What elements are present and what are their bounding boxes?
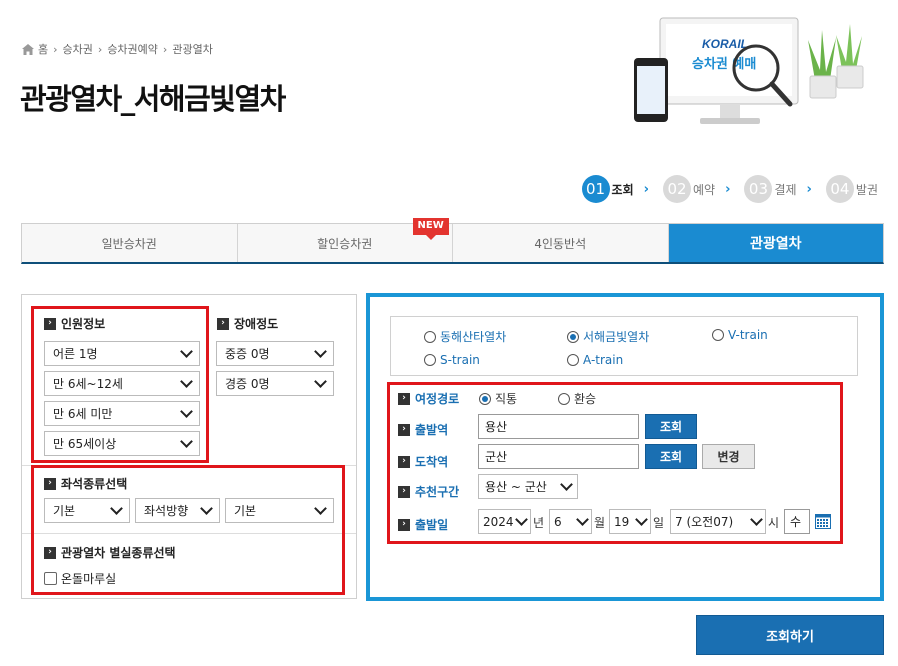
- korail-ticket-illustration: KORAIL 승차권 예매: [634, 17, 864, 124]
- step-number: 04: [825, 175, 854, 203]
- chevron-down-icon: [314, 375, 327, 388]
- step-reserve: 02 예약: [663, 175, 715, 203]
- arrow-bullet-icon: ›: [217, 317, 229, 330]
- breadcrumb-reservation[interactable]: 승차권예약: [107, 41, 158, 57]
- chevron-right-icon: ›: [53, 42, 58, 56]
- section-label: 장애정도: [234, 317, 279, 331]
- breadcrumb-ticket[interactable]: 승차권: [63, 41, 93, 57]
- home-icon[interactable]: [22, 43, 34, 55]
- step-issue: 04 발권: [825, 175, 878, 203]
- chevron-right-icon: ›: [162, 42, 168, 56]
- radio-circle[interactable]: [567, 330, 579, 343]
- train-option-s[interactable]: S-train: [424, 353, 480, 367]
- radio-circle[interactable]: [712, 329, 724, 341]
- hero-brand: KORAIL: [702, 37, 748, 51]
- chevron-right-icon: ›: [725, 181, 731, 197]
- step-inquiry: 01 조회: [581, 175, 634, 203]
- train-option-a[interactable]: A-train: [567, 353, 623, 367]
- radio-label: 동해산타열차: [440, 330, 507, 344]
- select-value: 경증 0명: [225, 377, 270, 391]
- tab-tour-train[interactable]: 관광열차: [668, 224, 883, 262]
- disability-title: › 장애정도: [217, 315, 278, 332]
- progress-steps: 01 조회 › 02 예약 › 03 결제 › 04 발권: [581, 175, 878, 203]
- step-number: 02: [663, 175, 691, 203]
- chevron-right-icon: ›: [806, 181, 812, 197]
- step-label: 발권: [855, 182, 878, 197]
- mild-disability-select[interactable]: 경증 0명: [216, 371, 334, 396]
- tab-group-seat[interactable]: 4인동반석: [453, 224, 669, 262]
- train-select-box: [390, 316, 858, 376]
- step-label: 결제: [774, 182, 797, 197]
- highlight-box: [31, 465, 345, 595]
- tab-discount[interactable]: 할인승차권 NEW: [238, 218, 453, 262]
- radio-label: V-train: [728, 328, 768, 342]
- breadcrumb-current: 관광열차: [172, 43, 213, 56]
- breadcrumb-home[interactable]: 홈: [38, 41, 48, 57]
- tab-label: 할인승차권: [317, 236, 373, 251]
- chevron-right-icon: ›: [643, 181, 649, 197]
- step-label: 예약: [693, 182, 716, 197]
- radio-circle[interactable]: [424, 354, 436, 366]
- page-title: 관광열차_서해금빛열차: [20, 82, 286, 116]
- chevron-down-icon: [314, 345, 327, 358]
- severe-disability-select[interactable]: 중증 0명: [216, 341, 334, 366]
- chevron-right-icon: ›: [97, 42, 103, 56]
- tab-general[interactable]: 일반승차권: [22, 224, 238, 262]
- breadcrumb: 홈 › 승차권 › 승차권예약 › 관광열차: [22, 41, 213, 57]
- ticket-type-tabs: 일반승차권 할인승차권 NEW 4인동반석 관광열차: [21, 218, 884, 264]
- radio-label: A-train: [583, 353, 624, 367]
- step-number: 01: [581, 175, 610, 203]
- highlight-box: [387, 382, 843, 544]
- select-value: 중증 0명: [225, 347, 270, 361]
- train-option-seohae[interactable]: 서해금빛열차: [567, 328, 649, 345]
- radio-label: 서해금빛열차: [583, 330, 650, 344]
- hero-caption: 승차권 예매: [692, 56, 756, 72]
- highlight-box: [31, 306, 209, 463]
- search-submit-button[interactable]: 조회하기: [696, 615, 884, 655]
- radio-label: S-train: [440, 353, 480, 367]
- train-option-v[interactable]: V-train: [712, 328, 768, 342]
- new-badge: NEW: [412, 218, 449, 240]
- radio-circle[interactable]: [424, 330, 436, 343]
- step-number: 03: [744, 175, 773, 203]
- step-label: 조회: [611, 182, 634, 197]
- radio-circle[interactable]: [567, 354, 579, 366]
- train-option-santa[interactable]: 동해산타열차: [424, 328, 506, 345]
- step-payment: 03 결제: [744, 175, 797, 203]
